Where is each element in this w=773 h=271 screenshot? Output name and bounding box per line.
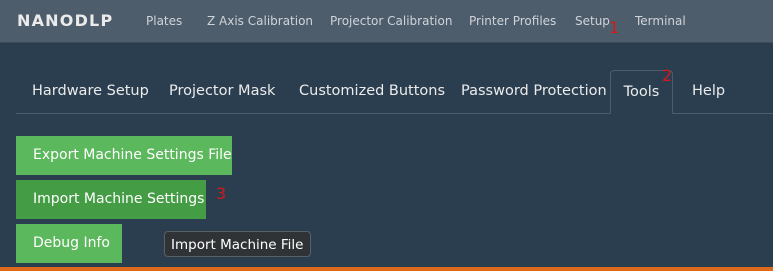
nav-projector-calibration[interactable]: Projector Calibration [330, 0, 452, 42]
tab-projector-mask[interactable]: Projector Mask [169, 70, 275, 113]
nav-setup[interactable]: Setup [575, 0, 610, 42]
step-marker-3: 3 [216, 184, 227, 203]
import-machine-settings-button[interactable]: Import Machine Settings [16, 180, 206, 219]
export-machine-settings-button[interactable]: Export Machine Settings File [16, 136, 232, 175]
tab-password-protection[interactable]: Password Protection [461, 70, 607, 113]
tab-help[interactable]: Help [692, 70, 725, 113]
nanodlp-logo[interactable]: nanoDLP [17, 11, 113, 31]
nav-printer-profiles[interactable]: Printer Profiles [469, 0, 556, 42]
nav-terminal[interactable]: Terminal [635, 0, 686, 42]
orange-accent-bar [0, 267, 773, 271]
import-tooltip: Import Machine File [164, 231, 311, 257]
tab-customized-buttons[interactable]: Customized Buttons [299, 70, 445, 113]
step-marker-2: 2 [662, 66, 673, 85]
top-navbar: nanoDLP Plates Z Axis Calibration Projec… [0, 0, 773, 43]
nav-plates[interactable]: Plates [146, 0, 182, 42]
debug-info-button[interactable]: Debug Info [16, 224, 122, 263]
tab-hardware-setup[interactable]: Hardware Setup [32, 70, 149, 113]
nav-z-axis-calibration[interactable]: Z Axis Calibration [207, 0, 313, 42]
step-marker-1: 1 [609, 18, 620, 37]
